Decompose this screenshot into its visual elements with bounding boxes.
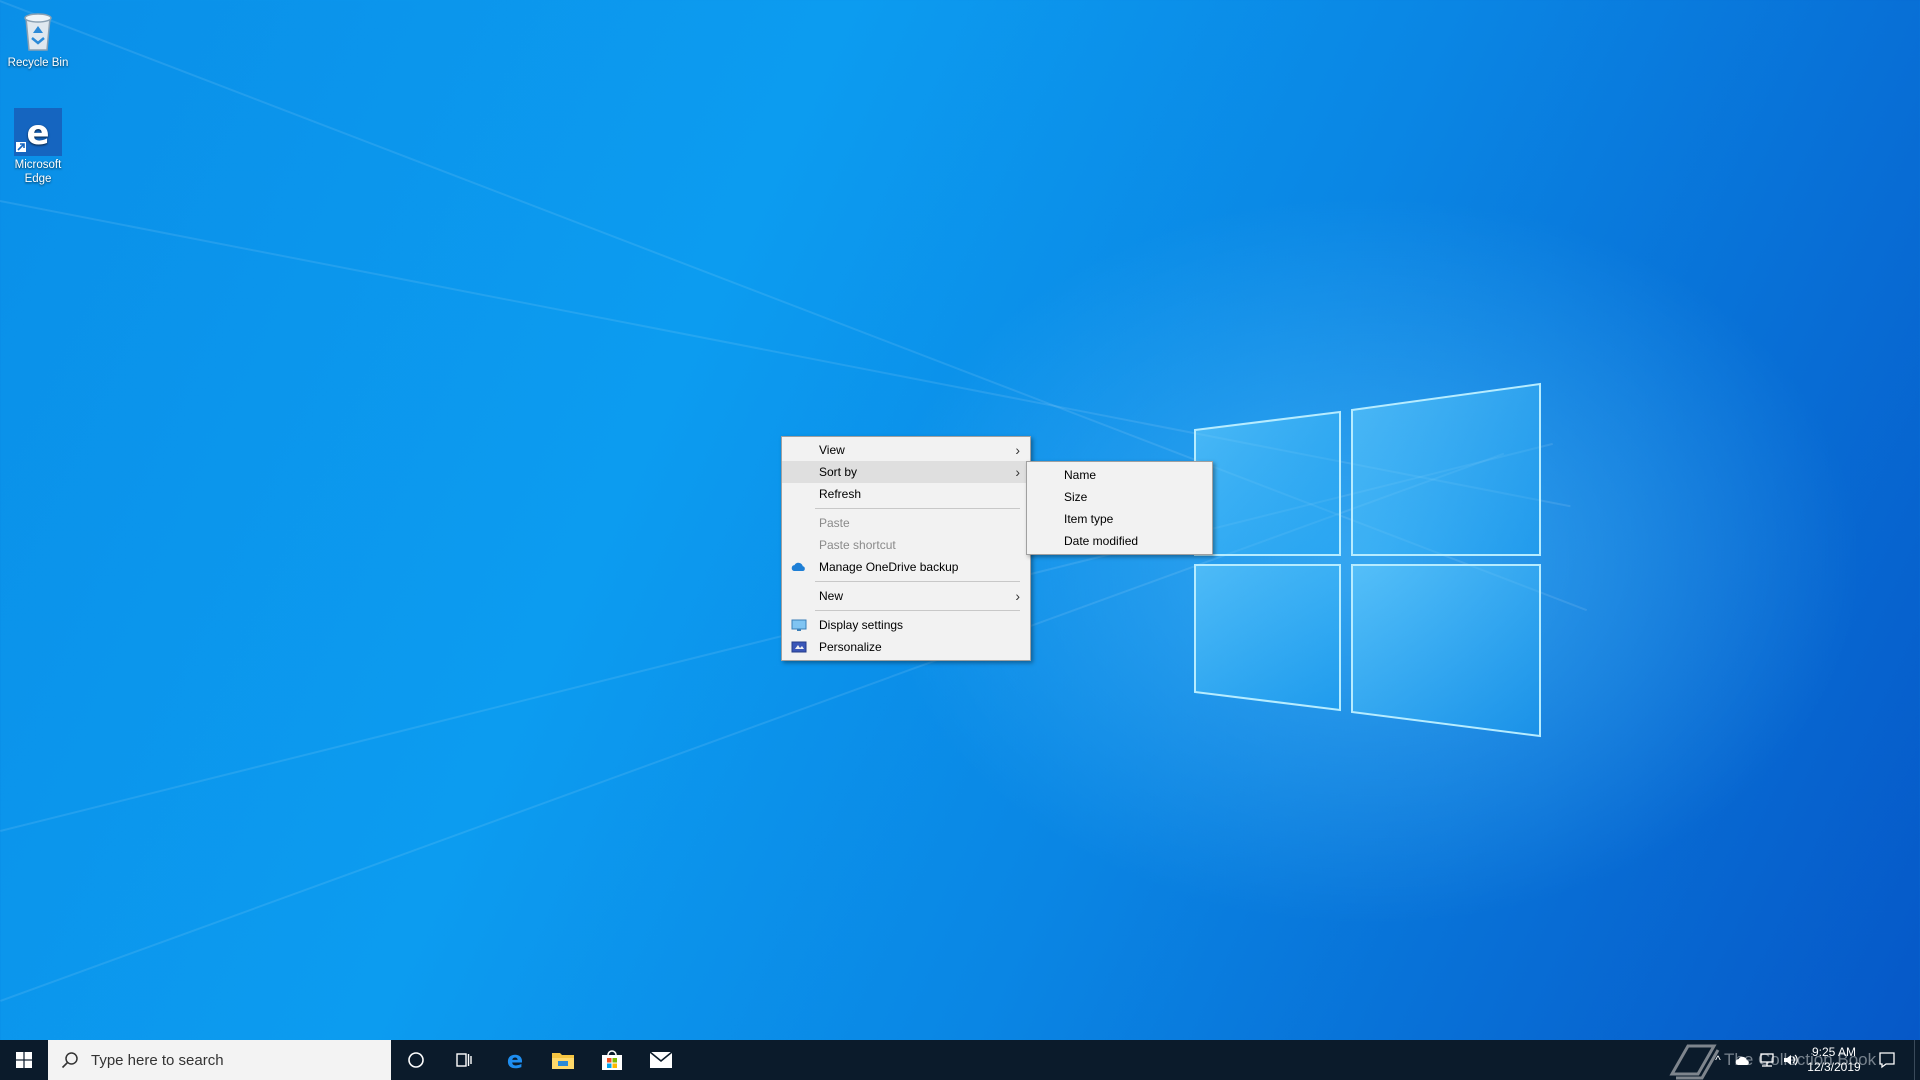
menu-item-label: View (819, 443, 845, 457)
search-icon (61, 1052, 78, 1069)
tray-onedrive-button[interactable] (1734, 1040, 1752, 1080)
submenu-item-size[interactable]: Size (1027, 486, 1212, 508)
show-desktop-button[interactable] (1914, 1040, 1920, 1080)
mail-icon (649, 1051, 673, 1068)
search-placeholder: Type here to search (91, 1051, 224, 1069)
menu-item-sort-by[interactable]: Sort by › (782, 461, 1030, 483)
menu-item-label: Sort by (819, 465, 858, 479)
menu-item-label: Manage OneDrive backup (819, 560, 959, 574)
network-icon (1760, 1053, 1774, 1067)
tray-volume-button[interactable] (1782, 1040, 1800, 1080)
desktop-icon-label: Microsoft Edge (14, 159, 62, 185)
svg-text:e: e (26, 113, 49, 153)
menu-item-label: Size (1064, 490, 1088, 504)
taskbar-store-button[interactable] (588, 1040, 636, 1080)
chevron-right-icon: › (1015, 464, 1020, 480)
menu-item-label: Date modified (1064, 534, 1139, 548)
menu-item-view[interactable]: View › (782, 439, 1030, 461)
submenu-item-name[interactable]: Name (1027, 464, 1212, 486)
submenu-item-date-modified[interactable]: Date modified (1027, 530, 1212, 552)
edge-icon: e (14, 108, 62, 156)
menu-item-label: Paste shortcut (819, 538, 896, 552)
chevron-up-icon: ^ (1715, 1053, 1721, 1067)
task-view-icon (456, 1053, 472, 1067)
windows-logo-wallpaper (1194, 382, 1541, 738)
menu-item-label: Personalize (819, 640, 882, 654)
menu-item-paste-shortcut[interactable]: Paste shortcut (782, 534, 1030, 556)
desktop-context-menu: View › Sort by › Refresh Paste Paste sho… (781, 436, 1031, 661)
menu-separator (815, 610, 1020, 611)
menu-item-label: Refresh (819, 487, 862, 501)
cortana-button[interactable] (392, 1040, 440, 1080)
submenu-item-item-type[interactable]: Item type (1027, 508, 1212, 530)
taskbar-edge-button[interactable]: e (491, 1040, 539, 1080)
file-explorer-icon (552, 1053, 574, 1069)
show-hidden-icons-button[interactable]: ^ (1710, 1040, 1726, 1080)
desktop-icon-recycle-bin[interactable]: Recycle Bin (2, 6, 74, 70)
volume-icon (1784, 1054, 1798, 1066)
desktop-icon-label: Recycle Bin (7, 57, 69, 69)
windows-start-icon (16, 1052, 32, 1068)
menu-item-label: Name (1064, 468, 1097, 482)
taskbar-search-box[interactable]: Type here to search (48, 1040, 391, 1080)
menu-item-personalize[interactable]: Personalize (782, 636, 1030, 658)
action-center-button[interactable] (1874, 1040, 1900, 1080)
menu-item-label: New (819, 589, 844, 603)
display-icon (791, 619, 807, 631)
menu-separator (815, 508, 1020, 509)
menu-item-label: Item type (1064, 512, 1114, 526)
cortana-icon (408, 1052, 424, 1068)
menu-item-paste[interactable]: Paste (782, 512, 1030, 534)
desktop-icon-microsoft-edge[interactable]: e Microsoft Edge (2, 108, 74, 186)
menu-separator (815, 581, 1020, 582)
menu-item-display-settings[interactable]: Display settings (782, 614, 1030, 636)
store-icon (602, 1050, 622, 1070)
chevron-right-icon: › (1015, 588, 1020, 604)
menu-item-label: Paste (819, 516, 850, 530)
menu-item-label: Display settings (819, 618, 904, 632)
taskbar-mail-button[interactable] (637, 1040, 685, 1080)
sort-by-submenu: Name Size Item type Date modified (1026, 461, 1213, 555)
taskbar: Type here to search e The Collection Boo… (0, 1040, 1920, 1080)
personalize-icon (791, 641, 807, 653)
menu-item-refresh[interactable]: Refresh (782, 483, 1030, 505)
menu-item-manage-onedrive-backup[interactable]: Manage OneDrive backup (782, 556, 1030, 578)
menu-item-new[interactable]: New › (782, 585, 1030, 607)
clock-time: 9:25 AM (1811, 1045, 1857, 1059)
tray-clock[interactable]: 9:25 AM 12/3/2019 (1806, 1040, 1862, 1080)
chevron-right-icon: › (1015, 442, 1020, 458)
task-view-button[interactable] (440, 1040, 488, 1080)
start-button[interactable] (0, 1040, 48, 1080)
svg-text:e: e (507, 1048, 523, 1072)
recycle-bin-icon (24, 13, 52, 51)
taskbar-file-explorer-button[interactable] (539, 1040, 587, 1080)
clock-date: 12/3/2019 (1807, 1060, 1861, 1074)
edge-icon: e (507, 1048, 523, 1072)
onedrive-icon (791, 562, 805, 571)
onedrive-icon (1735, 1056, 1749, 1065)
notification-icon (1879, 1052, 1895, 1069)
tray-network-button[interactable] (1758, 1040, 1776, 1080)
